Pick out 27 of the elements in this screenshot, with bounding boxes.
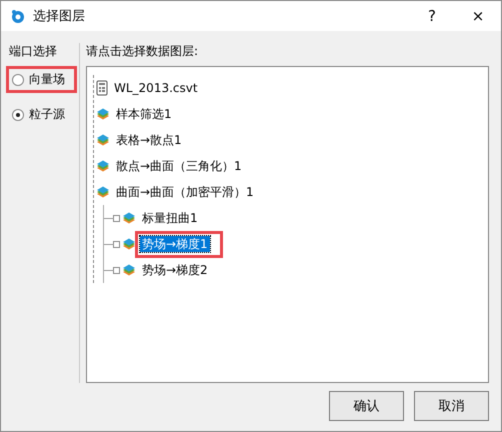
layers-icon	[96, 159, 110, 173]
expander-icon[interactable]	[113, 240, 120, 248]
tree-item[interactable]: 势场→梯度1	[140, 236, 210, 252]
app-icon	[11, 9, 25, 23]
confirm-button[interactable]: 确认	[329, 391, 404, 421]
expander-icon[interactable]	[113, 266, 120, 274]
layers-icon	[96, 185, 110, 199]
radio-option[interactable]: 粒子源	[6, 101, 77, 128]
tree-item[interactable]: 标量扭曲1	[140, 210, 200, 226]
panel-label: 请点击选择数据图层:	[86, 43, 200, 60]
layers-icon	[122, 211, 136, 225]
radio-option[interactable]: 向量场	[6, 66, 77, 93]
layers-icon	[96, 107, 110, 121]
tree-item[interactable]: 表格→散点1	[114, 132, 184, 148]
layers-icon	[122, 263, 136, 277]
expander-icon[interactable]	[113, 214, 120, 222]
window-title: 选择图层	[33, 8, 85, 25]
cancel-button[interactable]: 取消	[414, 391, 489, 421]
tree-item[interactable]: WL_2013.csvt	[112, 80, 200, 96]
layers-icon	[96, 133, 110, 147]
tree-item[interactable]: 样本筛选1	[114, 106, 174, 122]
tree-item[interactable]: 散点→曲面（三角化）1	[114, 158, 244, 174]
layers-icon	[122, 237, 136, 251]
file-icon	[96, 80, 108, 96]
panel-label: 端口选择	[9, 43, 58, 60]
tree-item[interactable]: 曲面→曲面（加密平滑）1	[114, 184, 256, 200]
tree-item[interactable]: 势场→梯度2	[140, 262, 210, 278]
